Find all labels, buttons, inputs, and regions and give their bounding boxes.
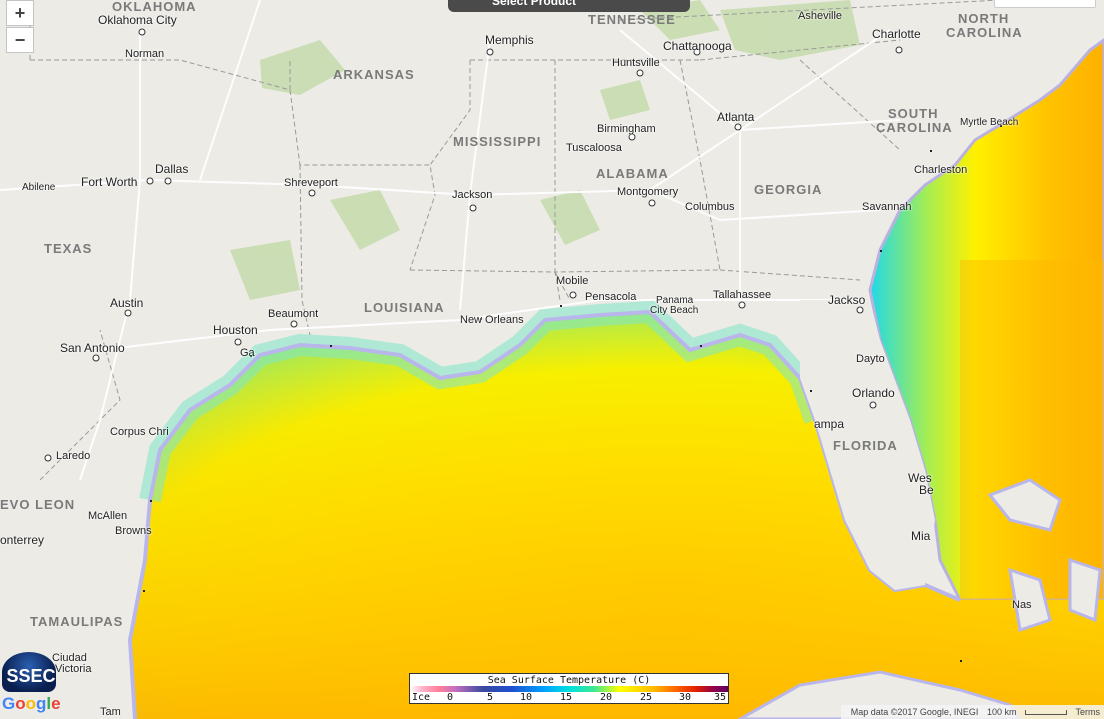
city-label-atlanta: Atlanta [717,110,755,124]
scale-label: 100 km [986,707,1017,717]
state-label-texas: TEXAS [44,241,93,256]
city-label-tallahassee: Tallahassee [713,289,772,301]
city-label-monterrey: onterrey [0,533,45,547]
legend-title: Sea Surface Temperature (C) [487,675,651,686]
city-label-memphis: Memphis [485,33,534,47]
city-label-new-orleans: New Orleans [460,314,524,326]
state-label-florida: FLORIDA [833,438,898,453]
city-label-san-antonio: San Antonio [60,341,125,355]
city-label-savannah: Savannah [862,201,912,213]
legend-tick: 0 [447,692,454,703]
city-label-huntsville: Huntsville [612,57,660,69]
map-attribution: Map data ©2017 Google, INEGI 100 km Term… [840,705,1104,719]
state-label-arkansas: ARKANSAS [333,67,415,82]
state-label-north-carolina-2: CAROLINA [946,25,1023,40]
search-input[interactable] [994,0,1096,8]
city-label-charlotte: Charlotte [872,27,921,41]
city-label-laredo: Laredo [56,450,91,462]
state-label-louisiana: LOUISIANA [364,300,445,315]
city-label-orlando: Orlando [852,386,895,400]
city-label-asheville: Asheville [798,10,843,22]
legend-tick: 5 [487,692,494,703]
city-label-brownsville: Browns [115,525,152,537]
city-label-corpus-christi: Corpus Chri [110,426,169,438]
city-label-shreveport: Shreveport [284,177,338,189]
state-label-north-carolina-1: NORTH [958,11,1010,26]
legend-ticks: Ice 0 5 10 15 20 25 30 35 [410,692,728,703]
city-label-miami: Mia [911,529,931,543]
city-label-pensacola: Pensacola [585,291,637,303]
city-label-galveston: Ga [240,347,255,359]
ssec-logo[interactable]: SSEC [2,652,56,692]
legend-tick: 20 [600,692,613,703]
city-label-tampico: Tam [100,706,121,718]
state-label-oklahoma: OKLAHOMA [112,0,197,14]
legend-tick: 25 [640,692,653,703]
city-label-nassau: Nas [1012,599,1032,611]
state-label-tamaulipas: TAMAULIPAS [30,614,124,629]
city-label-chattanooga: Chattanooga [663,39,732,53]
city-label-columbus: Columbus [685,201,735,213]
city-label-myrtle-beach: Myrtle Beach [960,117,1019,128]
city-label-ciudad-victoria-2: Victoria [55,663,92,675]
product-selector-button[interactable]: Select Product [448,0,690,12]
city-label-beaumont: Beaumont [268,308,319,320]
city-label-daytona: Dayto [856,353,885,365]
city-label-dallas: Dallas [155,162,189,176]
city-label-west-palm-2: Be [919,483,934,497]
gulf-stream [960,260,1104,600]
city-label-fort-worth: Fort Worth [81,175,138,189]
city-label-mobile: Mobile [556,275,589,287]
city-label-norman: Norman [125,48,165,60]
legend-tick: 15 [560,692,573,703]
zoom-out-icon: − [14,30,26,50]
terms-link[interactable]: Terms [1076,707,1101,717]
scale-bar [1024,710,1067,716]
google-logo[interactable]: Google [2,694,61,714]
color-legend: Sea Surface Temperature (C) Ice 0 5 10 1… [409,673,729,704]
city-label-abilene: Abilene [22,182,56,193]
city-label-montgomery: Montgomery [617,186,679,198]
city-label-oklahoma-city: Oklahoma City [98,13,177,27]
state-label-south-carolina-1: SOUTH [888,106,939,121]
state-label-nuevo-leon: EVO LEON [0,497,76,512]
city-label-houston: Houston [213,323,258,337]
city-label-tampa: ampa [814,417,845,431]
legend-tick: 30 [679,692,692,703]
ssec-logo-text: SSEC [6,666,56,686]
city-label-charleston: Charleston [914,164,968,176]
city-label-jacksonville: Jackso [828,293,866,307]
city-label-birmingham: Birmingham [597,123,656,135]
city-label-tuscaloosa: Tuscaloosa [566,142,622,154]
state-label-tennessee: TENNESSEE [588,12,676,27]
zoom-in-button[interactable]: + [6,0,34,26]
zoom-out-button[interactable]: − [6,27,34,53]
legend-tick: 10 [520,692,533,703]
city-label-jackson-ms: Jackson [452,189,493,201]
product-selector-label: Select Product [492,0,577,8]
city-label-panama-city-2: City Beach [650,305,699,316]
state-label-mississippi: MISSISSIPPI [453,134,542,149]
zoom-in-icon: + [14,3,26,23]
city-label-austin: Austin [110,296,144,310]
legend-tick: 35 [714,692,727,703]
state-label-georgia: GEORGIA [754,182,823,197]
map-data-credit: Map data ©2017 Google, INEGI [850,707,979,717]
legend-tick: Ice [412,692,431,703]
city-label-mcallen: McAllen [88,510,128,522]
state-label-alabama: ALABAMA [596,166,669,181]
state-label-south-carolina-2: CAROLINA [876,120,953,135]
